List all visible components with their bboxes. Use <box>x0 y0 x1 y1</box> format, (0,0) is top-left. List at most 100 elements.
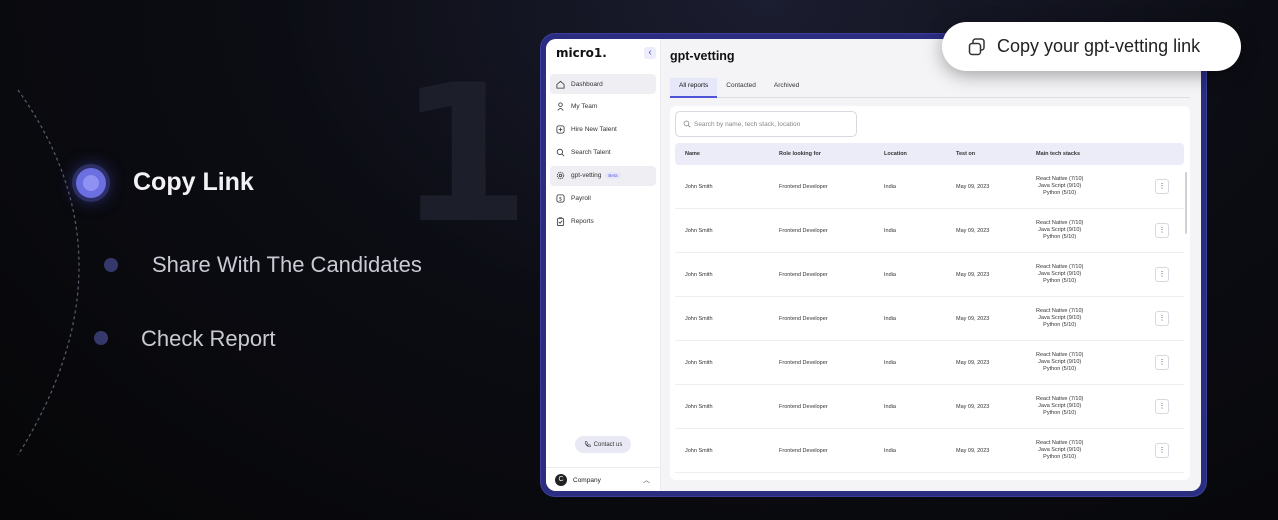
cell-tech-stacks: React Native (7/10) Java Script (9/10) Pyt… <box>1036 341 1083 384</box>
copy-link-button[interactable]: Copy your gpt-vetting link <box>942 22 1241 71</box>
home-icon <box>556 80 565 89</box>
sidebar-item-hire-new-talent[interactable]: Hire New Talent <box>550 120 656 140</box>
cell-role: Frontend Developer <box>779 447 828 454</box>
tech-stack-item: React Native (7/10) <box>1036 351 1084 358</box>
cell-tech-stacks: React Native (7/10) Java Script (9/10) Pyt… <box>1036 209 1083 252</box>
cell-name: John Smith <box>685 315 713 322</box>
clipboard-icon <box>556 217 565 226</box>
tech-stack-item: React Native (7/10) <box>1036 263 1084 270</box>
tech-stack-item: React Native (7/10) <box>1036 219 1084 226</box>
svg-text:$: $ <box>559 197 562 203</box>
table-row[interactable]: John Smith Frontend Developer India May 09,… <box>675 297 1184 341</box>
cell-tech-stacks: React Native (7/10) Java Script (9/10) Pyt… <box>1036 385 1083 428</box>
more-options-icon[interactable]: ⋮ <box>1155 355 1169 370</box>
beta-badge: Beta <box>605 172 621 180</box>
column-header: Main tech stacks <box>1036 151 1081 157</box>
cell-name: John Smith <box>685 271 713 278</box>
contact-us-button[interactable]: Contact us <box>575 436 631 453</box>
tech-stack-item: Java Script (9/10) <box>1038 358 1082 365</box>
table-row[interactable]: John Smith Frontend Developer India May 09,… <box>675 165 1184 209</box>
chevron-up-icon: ︿ <box>643 477 650 484</box>
tech-stack-item: Java Script (9/10) <box>1038 270 1082 277</box>
table-row[interactable]: John Smith Frontend Developer India May 09,… <box>675 429 1184 473</box>
tech-stack-item: Python (5/10) <box>1043 454 1077 461</box>
sidebar-item-search-talent[interactable]: Search Talent <box>550 143 656 163</box>
column-header: Name <box>685 151 700 157</box>
app-window: micro1. ‹ Dashboard My Team Hire New Tal… <box>546 39 1201 491</box>
table-row[interactable]: React Native (7/10) <box>675 473 1184 480</box>
cell-test-on: May 09, 2023 <box>956 447 990 454</box>
more-options-icon[interactable]: ⋮ <box>1155 399 1169 414</box>
sidebar-item-my-team[interactable]: My Team <box>550 97 656 117</box>
company-switcher[interactable]: C Company ︿ <box>546 467 660 491</box>
sidebar-item-reports[interactable]: Reports <box>550 211 656 231</box>
table-row[interactable]: John Smith Frontend Developer India May 09,… <box>675 209 1184 253</box>
step-indicator-active <box>76 168 106 198</box>
tab-archived[interactable]: Archived <box>765 78 808 96</box>
cell-test-on: May 09, 2023 <box>956 359 990 366</box>
step-number: 1 <box>398 44 531 265</box>
tab-all-reports[interactable]: All reports <box>670 78 718 98</box>
table-row[interactable]: John Smith Frontend Developer India May 09,… <box>675 253 1184 297</box>
tab-bar: All reports Contacted Archived <box>670 78 1190 98</box>
step-indicator <box>104 258 118 272</box>
cell-name: John Smith <box>685 359 713 366</box>
cell-role: Frontend Developer <box>779 359 828 366</box>
table-header: Name Role looking for Location Test on M… <box>675 143 1184 165</box>
cell-tech-stacks: React Native (7/10) Java Script (9/10) Pyt… <box>1036 165 1083 208</box>
tech-stack-item: Python (5/10) <box>1043 234 1077 241</box>
sidebar: micro1. ‹ Dashboard My Team Hire New Tal… <box>546 39 661 491</box>
cell-location: India <box>884 359 896 366</box>
search-icon <box>683 120 691 128</box>
more-options-icon[interactable]: ⋮ <box>1155 443 1169 458</box>
tech-stack-item: Java Script (9/10) <box>1038 182 1082 189</box>
tech-stack-item: Python (5/10) <box>1043 410 1077 417</box>
search-placeholder: Search by name, tech stack, location <box>694 120 801 128</box>
sidebar-item-label: Payroll <box>571 194 591 202</box>
step-share-candidates: Share With The Candidates <box>152 252 422 277</box>
cell-test-on: May 09, 2023 <box>956 403 990 410</box>
table-row[interactable]: John Smith Frontend Developer India May 09,… <box>675 385 1184 429</box>
avatar: C <box>555 474 567 486</box>
tech-stack-item: Java Script (9/10) <box>1038 226 1082 233</box>
page-title: gpt-vetting <box>670 49 735 63</box>
column-header: Location <box>884 151 907 157</box>
tech-stack-item: Python (5/10) <box>1043 190 1077 197</box>
tech-stack-item: Java Script (9/10) <box>1038 402 1082 409</box>
sidebar-item-payroll[interactable]: $ Payroll <box>550 188 656 208</box>
copy-link-label: Copy your gpt-vetting link <box>997 36 1201 56</box>
cell-tech-stacks: React Native (7/10) <box>1036 473 1083 480</box>
dollar-icon: $ <box>556 194 565 203</box>
column-header: Role looking for <box>779 151 821 157</box>
cell-location: India <box>884 227 896 234</box>
tech-stack-item: React Native (7/10) <box>1036 175 1084 182</box>
phone-icon <box>584 441 591 448</box>
table-body: John Smith Frontend Developer India May 09,… <box>675 165 1184 480</box>
sidebar-item-label: Hire New Talent <box>571 126 617 134</box>
company-name: Company <box>573 476 601 484</box>
more-options-icon[interactable]: ⋮ <box>1155 267 1169 282</box>
sidebar-item-dashboard[interactable]: Dashboard <box>550 74 656 94</box>
search-input[interactable]: Search by name, tech stack, location <box>675 111 857 137</box>
more-options-icon[interactable]: ⋮ <box>1155 179 1169 194</box>
column-header: Test on <box>956 151 976 157</box>
scrollbar[interactable] <box>1185 172 1187 234</box>
cell-location: India <box>884 315 896 322</box>
chevron-left-icon[interactable]: ‹ <box>644 47 656 59</box>
cell-role: Frontend Developer <box>779 403 828 410</box>
more-options-icon[interactable]: ⋮ <box>1155 223 1169 238</box>
reports-card: Search by name, tech stack, location Nam… <box>670 106 1190 480</box>
table-row[interactable]: John Smith Frontend Developer India May 09,… <box>675 341 1184 385</box>
cell-test-on: May 09, 2023 <box>956 183 990 190</box>
cell-tech-stacks: React Native (7/10) Java Script (9/10) Pyt… <box>1036 297 1083 340</box>
sidebar-item-label: My Team <box>571 103 598 111</box>
sidebar-item-gpt-vetting[interactable]: gpt-vetting Beta <box>550 165 656 186</box>
step-check-report: Check Report <box>141 326 276 351</box>
sidebar-item-label: Dashboard <box>571 80 603 88</box>
sidebar-item-label: Reports <box>571 217 594 225</box>
copy-icon <box>968 37 985 55</box>
main-content: gpt-vetting All reports Contacted Archiv… <box>660 39 1201 491</box>
tech-stack-item: React Native (7/10) <box>1036 307 1084 314</box>
more-options-icon[interactable]: ⋮ <box>1155 311 1169 326</box>
tab-contacted[interactable]: Contacted <box>717 78 765 96</box>
